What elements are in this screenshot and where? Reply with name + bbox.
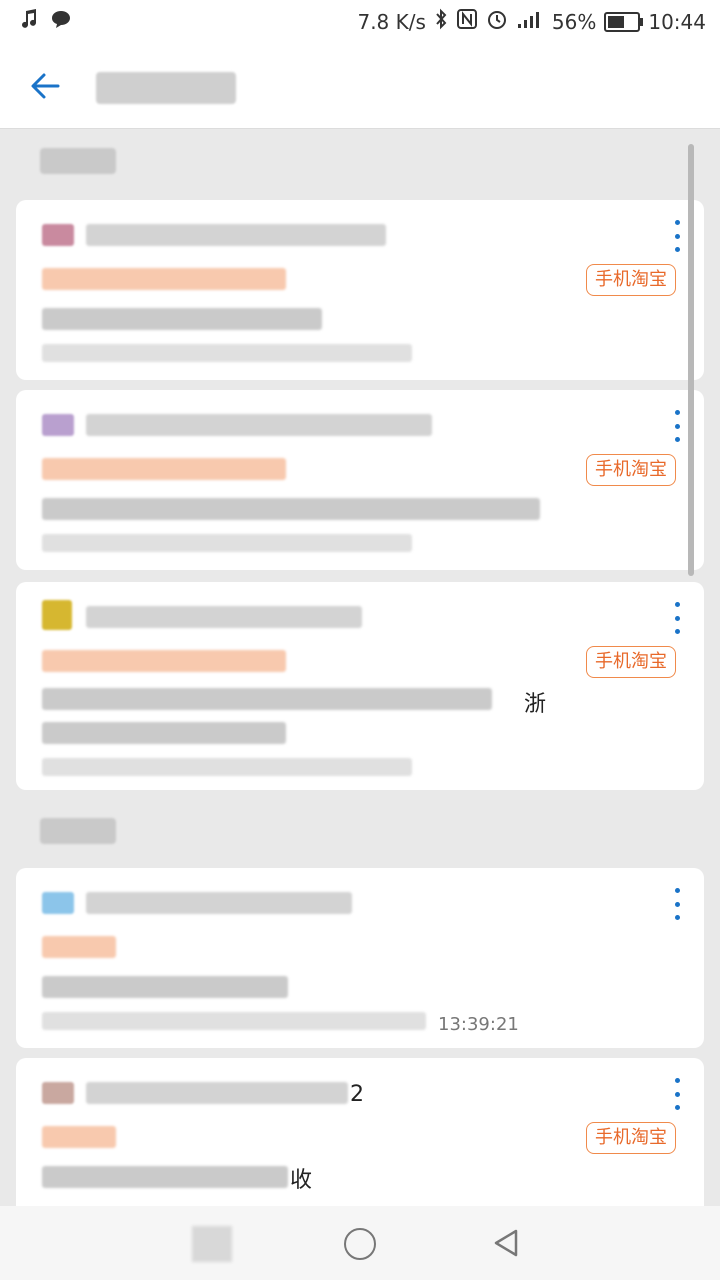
notification-card[interactable]: 手机淘宝 (16, 200, 704, 380)
avatar (42, 600, 72, 630)
notification-subject (42, 1126, 116, 1148)
notification-meta (42, 344, 412, 362)
alarm-icon (486, 8, 508, 35)
notification-body (42, 308, 322, 330)
more-options-icon[interactable] (672, 602, 682, 634)
app-badge: 手机淘宝 (586, 454, 676, 486)
notification-body (42, 1166, 288, 1188)
home-circle-icon[interactable] (344, 1228, 376, 1260)
notification-card[interactable]: 2 收 手机淘宝 (16, 1058, 704, 1218)
app-bar (0, 44, 720, 129)
page-title (96, 72, 236, 104)
app-badge: 手机淘宝 (586, 1122, 676, 1154)
more-options-icon[interactable] (672, 1078, 682, 1110)
notification-body (42, 498, 540, 520)
status-left-icons (18, 8, 72, 35)
avatar (42, 224, 74, 246)
recents-square-icon[interactable] (192, 1226, 232, 1262)
notification-body-fragment: 浙 (524, 692, 547, 717)
notification-body (42, 688, 492, 710)
notification-card[interactable]: 手机淘宝 (16, 390, 704, 570)
notification-time: 13:39:21 (438, 1014, 519, 1035)
app-badge: 手机淘宝 (586, 264, 676, 296)
more-options-icon[interactable] (672, 220, 682, 252)
battery-fill (608, 15, 625, 28)
avatar (42, 892, 74, 914)
notification-subject (42, 936, 116, 958)
notification-subject (42, 650, 286, 672)
notification-body (42, 976, 288, 998)
back-triangle-icon[interactable] (490, 1226, 524, 1264)
notification-card[interactable]: 13:39:21 (16, 868, 704, 1048)
notification-body-line-2 (42, 722, 286, 744)
signal-4g-icon (516, 8, 544, 35)
notification-meta (42, 1012, 426, 1030)
notification-body-fragment: 收 (290, 1168, 313, 1193)
section-label-recent (40, 148, 116, 174)
battery-icon (604, 11, 644, 32)
more-options-icon[interactable] (672, 888, 682, 920)
sender-name (86, 892, 352, 914)
back-button[interactable] (26, 66, 66, 106)
notification-subject (42, 268, 286, 290)
section-label-earlier (40, 818, 116, 844)
notification-card[interactable]: 浙 手机淘宝 (16, 582, 704, 790)
sender-name (86, 606, 362, 628)
navigation-bar (0, 1206, 720, 1280)
network-speed: 7.8 K/s (357, 9, 426, 34)
notification-subject (42, 458, 286, 480)
sender-name (86, 224, 386, 246)
music-note-icon (18, 8, 40, 35)
arrow-left-icon (31, 73, 60, 99)
bluetooth-icon (434, 8, 448, 35)
sender-name (86, 414, 432, 436)
scrollbar[interactable] (688, 144, 694, 576)
battery-percent: 56% (551, 9, 597, 34)
avatar (42, 1082, 74, 1104)
sender-suffix: 2 (350, 1082, 364, 1107)
avatar (42, 414, 74, 436)
nfc-icon (456, 8, 478, 35)
clock: 10:44 (648, 9, 706, 34)
notification-meta (42, 534, 412, 552)
app-badge: 手机淘宝 (586, 646, 676, 678)
more-options-icon[interactable] (672, 410, 682, 442)
status-right-area: 7.8 K/s 56% 10:44 (357, 8, 706, 35)
status-bar: 7.8 K/s 56% 10:44 (0, 0, 720, 44)
chat-bubble-icon (50, 8, 72, 35)
sender-name (86, 1082, 348, 1104)
notification-meta (42, 758, 412, 776)
